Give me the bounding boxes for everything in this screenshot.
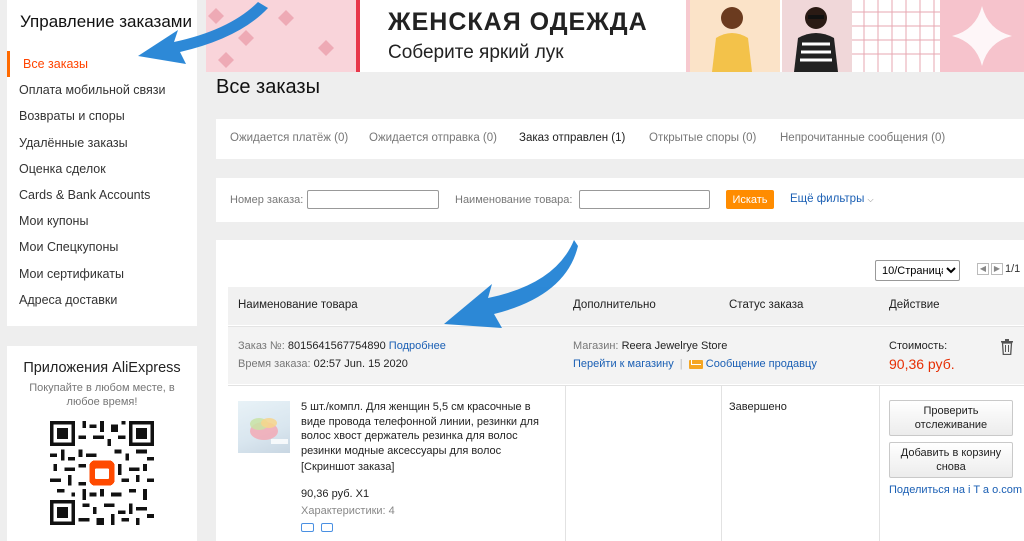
cost-label: Стоимость: (889, 340, 948, 352)
banner-models-image (690, 0, 1024, 72)
order-screenshot-link[interactable]: [Скриншот заказа] (301, 460, 556, 475)
product-info: 5 шт./компл. Для женщин 5,5 см красочные… (301, 400, 556, 536)
store-line: Магазин: Reera Jewelrye Store (573, 340, 727, 352)
per-page-select[interactable]: 10/Страница (875, 260, 960, 281)
product-badges (301, 522, 556, 537)
table-header: Наименование товара Дополнительно Статус… (228, 287, 1024, 325)
message-seller-link[interactable]: Сообщение продавцу (706, 358, 817, 370)
sidebar-item-coupons[interactable]: Мои купоны (7, 208, 197, 234)
arrow-pointer-icon (138, 2, 268, 64)
apps-panel: Приложения AliExpress Покупайте в любом … (7, 346, 197, 541)
share-prefix: Поделиться на (889, 484, 969, 496)
order-search-bar: Номер заказа: Наименование товара: Искат… (216, 178, 1024, 222)
return-icon (321, 522, 333, 532)
banner-title: ЖЕНСКАЯ ОДЕЖДА (388, 8, 648, 36)
qr-code-icon[interactable] (50, 421, 154, 525)
apps-title: Приложения AliExpress (23, 360, 181, 376)
order-number-line: Заказ №: 8015641567754890 Подробнее (238, 340, 446, 352)
product-specs: Характеристики: 4 (301, 505, 395, 517)
order-cost: 90,36 руб. (889, 356, 955, 372)
more-filters-link[interactable]: Ещё фильтры ⌵ (790, 193, 874, 205)
product-name-link[interactable]: 5 шт./компл. Для женщин 5,5 см красочные… (301, 400, 556, 458)
store-name: Reera Jewelrye Store (621, 340, 728, 352)
sidebar-item-deleted-orders[interactable]: Удалённые заказы (7, 130, 197, 156)
prev-page-icon[interactable]: ◀ (977, 263, 989, 276)
envelope-icon (688, 359, 703, 369)
tab-open-disputes[interactable]: Открытые споры (0) (649, 132, 756, 144)
tab-awaiting-payment[interactable]: Ожидается платёж (0) (230, 132, 348, 144)
order-time-value: 02:57 Jun. 15 2020 (313, 358, 408, 370)
product-thumbnail[interactable] (238, 401, 290, 453)
tab-awaiting-shipment[interactable]: Ожидается отправка (0) (369, 132, 497, 144)
sidebar-item-feedback[interactable]: Оценка сделок (7, 156, 197, 182)
store-links: Перейти к магазину | Сообщение продавцу (573, 358, 817, 370)
product-name-label: Наименование товара: (455, 194, 573, 206)
order-number-input[interactable] (307, 190, 439, 209)
chevron-down-icon: ⌵ (867, 195, 874, 204)
store-label: Магазин: (573, 340, 619, 352)
page-title: Все заказы (216, 76, 320, 98)
product-image-icon (250, 418, 288, 444)
order-status: Завершено (729, 401, 787, 413)
next-page-icon[interactable]: ▶ (991, 263, 1003, 276)
column-status: Статус заказа (729, 299, 804, 311)
sidebar-item-addresses[interactable]: Адреса доставки (7, 287, 197, 313)
check-tracking-button[interactable]: Проверить отслеживание (889, 400, 1013, 436)
pager: ◀ ▶ 1/1 (977, 263, 1021, 276)
sidebar-nav: Все заказы Оплата мобильной связи Возвра… (7, 51, 197, 313)
column-action: Действие (889, 299, 940, 311)
tab-unread-messages[interactable]: Непрочитанные сообщения (0) (780, 132, 945, 144)
product-price-qty: 90,36 руб. X1 (301, 487, 370, 500)
banner-subtitle: Соберите яркий лук (388, 42, 564, 63)
orders-panel: 10/Страница ◀ ▶ 1/1 Наименование товара До… (216, 240, 1024, 541)
order-number-value: 8015641567754890 (287, 340, 386, 352)
share-link[interactable]: Поделиться на i T a o.com (889, 484, 1022, 496)
table-row: 5 шт./компл. Для женщин 5,5 см красочные… (228, 385, 1024, 541)
delivery-truck-icon (301, 522, 314, 532)
column-product: Наименование товара (238, 299, 358, 311)
trash-icon[interactable] (1000, 339, 1014, 355)
search-button[interactable]: Искать (726, 190, 774, 209)
sidebar-item-certificates[interactable]: Мои сертификаты (7, 261, 197, 287)
more-filters-label: Ещё фильтры (790, 193, 865, 205)
order-status-tabs: Ожидается платёж (0) Ожидается отправка … (216, 119, 1024, 159)
sidebar-item-cards[interactable]: Cards & Bank Accounts (7, 182, 197, 208)
promo-banner[interactable]: ЖЕНСКАЯ ОДЕЖДА Соберите яркий лук (206, 0, 1024, 72)
column-divider (565, 386, 566, 541)
go-to-store-link[interactable]: Перейти к магазину (573, 358, 674, 370)
order-time-line: Время заказа: 02:57 Jun. 15 2020 (238, 358, 408, 370)
order-number-label: Номер заказа: (230, 194, 304, 206)
sidebar-item-returns-disputes[interactable]: Возвраты и споры (7, 103, 197, 129)
tab-shipped[interactable]: Заказ отправлен (1) (519, 132, 625, 144)
product-name-input[interactable] (579, 190, 710, 209)
column-divider (879, 386, 880, 541)
column-extra: Дополнительно (573, 299, 656, 311)
column-divider (721, 386, 722, 541)
sidebar-item-special-coupons[interactable]: Мои Спецкупоны (7, 234, 197, 260)
arrow-pointer-icon (444, 240, 578, 328)
share-site: i T a o.com (968, 484, 1023, 496)
order-number-label: Заказ №: (238, 340, 285, 352)
links-separator: | (679, 358, 683, 370)
page-indicator: 1/1 (1005, 263, 1021, 275)
order-time-label: Время заказа: (238, 358, 311, 370)
add-to-cart-again-button[interactable]: Добавить в корзину снова (889, 442, 1013, 478)
order-header: Заказ №: 8015641567754890 Подробнее Врем… (228, 326, 1024, 384)
order-details-link[interactable]: Подробнее (389, 340, 446, 352)
apps-subtitle: Покупайте в любом месте, в любое время! (29, 382, 175, 408)
sidebar-item-mobile-payment[interactable]: Оплата мобильной связи (7, 77, 197, 103)
